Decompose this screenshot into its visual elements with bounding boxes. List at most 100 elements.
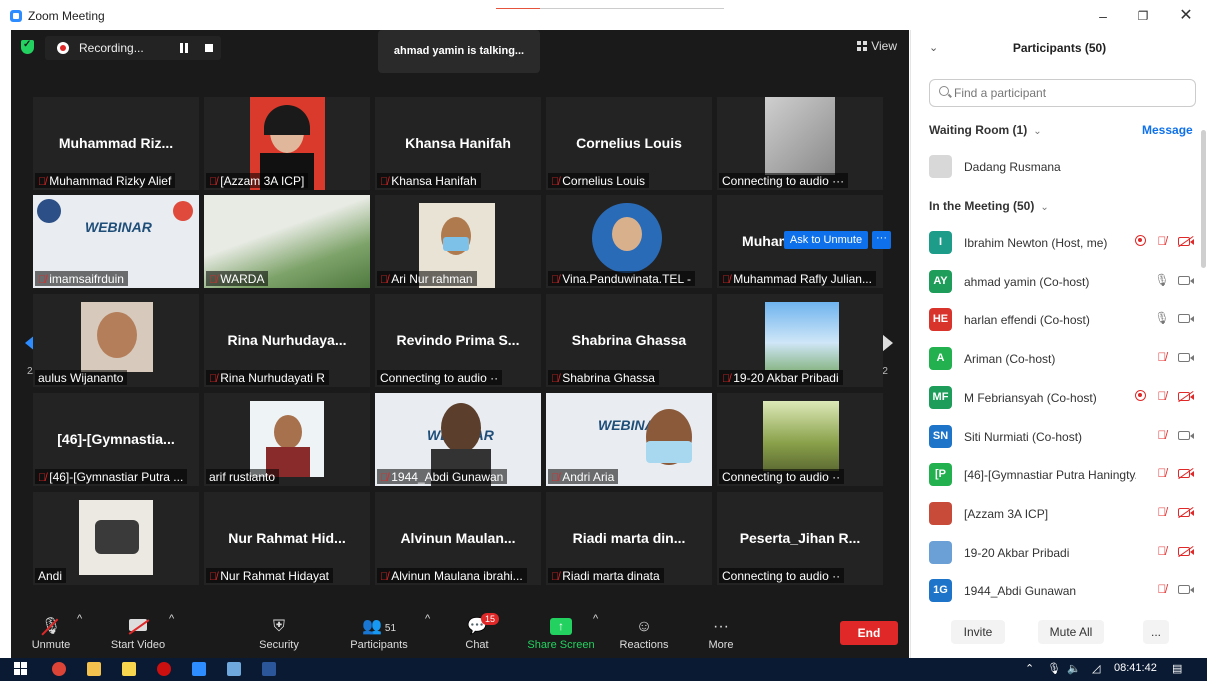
video-tile[interactable]: Peserta_Jihan R... Connecting to audio ·· xyxy=(717,492,883,585)
participant-row[interactable]: A Ariman (Co-host) 🎙̸ xyxy=(929,347,1205,371)
video-tile[interactable]: Muhammad Riz... 🎙̸ Muhammad Rizky Alief xyxy=(33,97,199,190)
in-meeting-header[interactable]: In the Meeting (50) ⌄ xyxy=(929,199,1049,213)
panel-scrollbar[interactable] xyxy=(1201,130,1206,268)
muted-mic-icon[interactable]: 🎙̸ xyxy=(1153,428,1171,442)
muted-mic-icon[interactable]: 🎙̸ xyxy=(1153,582,1171,596)
participant-row[interactable]: I Ibrahim Newton (Host, me) 🎙̸ xyxy=(929,231,1205,255)
participant-row[interactable]: 1G 1944_Abdi Gunawan 🎙̸ xyxy=(929,579,1205,603)
unmute-button[interactable]: 🎙 Unmute xyxy=(21,613,81,658)
word-icon[interactable] xyxy=(262,662,276,676)
pause-recording-icon[interactable] xyxy=(179,43,189,53)
share-screen-button[interactable]: ↑ Share Screen xyxy=(526,613,596,658)
video-tile[interactable]: Khansa Hanifah 🎙̸ Khansa Hanifah xyxy=(375,97,541,190)
video-tile[interactable]: 🎙̸ 19-20 Akbar Pribadi xyxy=(717,294,883,387)
ask-to-unmute-button[interactable]: Ask to Unmute xyxy=(784,231,868,249)
reactions-button[interactable]: ☺ Reactions xyxy=(615,613,673,658)
video-tile[interactable]: Riadi marta din... 🎙̸ Riadi marta dinata xyxy=(546,492,712,585)
video-tile[interactable]: WEBINAR 🎙̸ Andri Aria xyxy=(546,393,712,486)
minimize-icon[interactable]: – xyxy=(1093,6,1113,26)
participant-row[interactable]: SN Siti Nurmiati (Co-host) 🎙̸ xyxy=(929,424,1205,449)
participants-caret-icon[interactable]: ^ xyxy=(425,613,430,658)
video-icon[interactable] xyxy=(1175,350,1194,364)
video-tile[interactable]: Connecting to audio ·· xyxy=(717,393,883,486)
wifi-icon[interactable]: ◿ xyxy=(1092,662,1100,675)
invite-button[interactable]: Invite xyxy=(951,620,1005,644)
muted-mic-icon[interactable]: 🎙̸ xyxy=(1153,544,1171,558)
participant-row[interactable]: HE harlan effendi (Co-host) 🎙 xyxy=(929,308,1205,332)
muted-mic-icon[interactable]: 🎙̸ xyxy=(1153,234,1171,248)
muted-mic-icon[interactable]: 🎙̸ xyxy=(1153,505,1171,519)
muted-mic-icon[interactable]: 🎙̸ xyxy=(1153,466,1171,480)
search-input[interactable] xyxy=(954,84,1190,102)
stop-recording-icon[interactable] xyxy=(205,44,213,52)
clock-time[interactable]: 08:41:42 xyxy=(1114,662,1157,674)
encryption-shield-icon[interactable] xyxy=(21,39,34,54)
mute-all-button[interactable]: Mute All xyxy=(1038,620,1104,644)
mic-icon[interactable]: 🎙 xyxy=(1153,273,1171,287)
zoom-taskbar-icon[interactable] xyxy=(192,662,206,676)
video-tile[interactable]: Revindo Prima S... Connecting to audio ·· xyxy=(375,294,541,387)
chat-button[interactable]: 💬 15 Chat xyxy=(451,613,503,658)
video-tile[interactable]: 🎙̸ Vina.Panduwinata.TEL - xyxy=(546,195,712,288)
participant-row[interactable]: MF M Febriansyah (Co-host) 🎙̸ xyxy=(929,385,1205,410)
participant-row[interactable]: [Azzam 3A ICP] 🎙̸ xyxy=(929,501,1205,526)
video-tile[interactable]: WEBINAR 🎙̸ imamsaifrduin xyxy=(33,195,199,288)
participant-search[interactable] xyxy=(929,79,1196,107)
video-icon[interactable] xyxy=(1175,428,1194,442)
video-tile[interactable]: Rina Nurhudaya... 🎙̸ Rina Nurhudayati R xyxy=(204,294,370,387)
video-tile[interactable]: 🎙̸ WARDA xyxy=(204,195,370,288)
participant-row[interactable]: AY ahmad yamin (Co-host) 🎙 xyxy=(929,269,1205,294)
muted-mic-icon[interactable]: 🎙̸ xyxy=(1153,389,1171,403)
waiting-participant-row[interactable]: Dadang Rusmana xyxy=(929,155,1205,179)
video-tile[interactable]: 🎙̸ [Azzam 3A ICP] xyxy=(204,97,370,190)
video-icon[interactable] xyxy=(1175,582,1194,596)
video-tile[interactable]: Andi xyxy=(33,492,199,585)
video-icon[interactable] xyxy=(1175,273,1194,287)
muted-mic-icon[interactable]: 🎙̸ xyxy=(1153,350,1171,364)
opera-icon[interactable] xyxy=(157,662,171,676)
video-tile[interactable]: 🎙̸ Ari Nur rahman xyxy=(375,195,541,288)
participants-button[interactable]: 👥 51 Participants xyxy=(341,613,417,658)
mic-icon[interactable]: 🎙 xyxy=(1153,311,1171,325)
panel-more-button[interactable]: ... xyxy=(1143,620,1169,644)
participant-row[interactable]: 19-20 Akbar Pribadi 🎙̸ xyxy=(929,540,1205,565)
share-options-caret-icon[interactable]: ^ xyxy=(593,613,598,658)
tray-chevron-icon[interactable]: ⌃ xyxy=(1025,662,1034,675)
view-button[interactable]: View xyxy=(857,39,897,53)
message-waiting-room-link[interactable]: Message xyxy=(1142,123,1193,137)
video-tile[interactable]: WEBINAR🎙̸1944_Abdi Gunawan xyxy=(375,393,541,486)
more-button[interactable]: ··· More xyxy=(699,613,743,658)
tile-more-button[interactable]: ··· xyxy=(872,231,891,249)
microphone-tray-icon[interactable]: 🎙 xyxy=(1047,662,1061,675)
volume-icon[interactable]: 🔈 xyxy=(1067,662,1081,675)
video-tile[interactable]: Nur Rahmat Hid... 🎙̸ Nur Rahmat Hidayat xyxy=(204,492,370,585)
video-tile[interactable]: arif rustianto xyxy=(204,393,370,486)
security-button[interactable]: ⛨ Security xyxy=(249,613,309,658)
video-off-icon[interactable] xyxy=(1175,466,1194,480)
video-tile[interactable]: Connecting to audio ··· xyxy=(717,97,883,190)
video-tile[interactable]: Shabrina Ghassa 🎙̸ Shabrina Ghassa xyxy=(546,294,712,387)
end-meeting-button[interactable]: End xyxy=(840,621,898,645)
video-off-icon[interactable] xyxy=(1175,389,1194,403)
sticky-notes-icon[interactable] xyxy=(122,662,136,676)
participant-row[interactable]: [P [46]-[Gymnastiar Putra Haningty... 🎙̸ xyxy=(929,463,1205,487)
network-app-icon[interactable] xyxy=(227,662,241,676)
start-video-button[interactable]: Start Video xyxy=(103,613,173,658)
video-off-icon[interactable] xyxy=(1175,544,1194,558)
windows-start-icon[interactable] xyxy=(14,662,28,676)
video-icon[interactable] xyxy=(1175,311,1194,325)
video-off-icon[interactable] xyxy=(1175,234,1194,248)
video-tile[interactable]: Alvinun Maulan... 🎙̸ Alvinun Maulana ibrah… xyxy=(375,492,541,585)
video-options-caret-icon[interactable]: ^ xyxy=(169,613,174,658)
video-tile[interactable]: [46]-[Gymnastia... 🎙̸ [46]-[Gymnastiar Put… xyxy=(33,393,199,486)
notifications-icon[interactable]: ▤ xyxy=(1172,662,1182,675)
waiting-room-header[interactable]: Waiting Room (1) ⌄ xyxy=(929,123,1042,137)
video-tile[interactable]: Cornelius Louis 🎙̸ Cornelius Louis xyxy=(546,97,712,190)
file-explorer-icon[interactable] xyxy=(87,662,101,676)
video-off-icon[interactable] xyxy=(1175,505,1194,519)
audio-options-caret-icon[interactable]: ^ xyxy=(77,613,82,658)
restore-icon[interactable]: ❐ xyxy=(1133,6,1153,26)
video-tile[interactable]: aulus Wijananto xyxy=(33,294,199,387)
close-icon[interactable]: ✕ xyxy=(1176,6,1196,26)
chrome-icon[interactable] xyxy=(52,662,66,676)
